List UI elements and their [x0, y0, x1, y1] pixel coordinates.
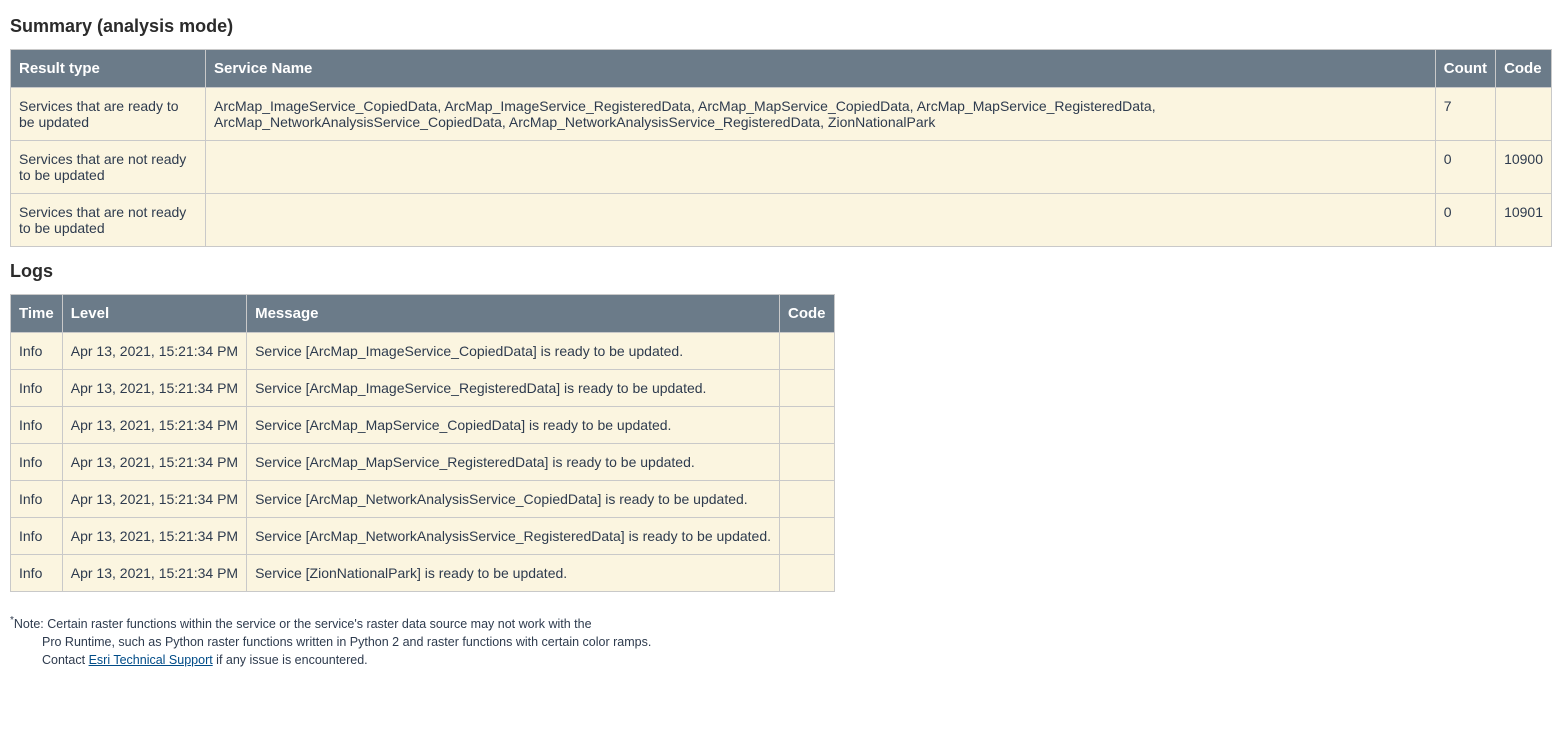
logs-row: InfoApr 13, 2021, 15:21:34 PMService [Ar… [11, 518, 835, 555]
logs-row: InfoApr 13, 2021, 15:21:34 PMService [Ar… [11, 333, 835, 370]
summary-cell-code: 10900 [1496, 141, 1552, 194]
logs-cell-code [780, 444, 835, 481]
logs-cell-level: Apr 13, 2021, 15:21:34 PM [62, 407, 246, 444]
logs-row: InfoApr 13, 2021, 15:21:34 PMService [Zi… [11, 555, 835, 592]
summary-cell-service-name [206, 194, 1436, 247]
summary-row: Services that are ready to be updated Ar… [11, 88, 1552, 141]
logs-col-level: Level [62, 295, 246, 333]
logs-row: InfoApr 13, 2021, 15:21:34 PMService [Ar… [11, 481, 835, 518]
logs-cell-level: Apr 13, 2021, 15:21:34 PM [62, 333, 246, 370]
footnote-line1: Note: Certain raster functions within th… [14, 617, 592, 631]
logs-cell-level: Apr 13, 2021, 15:21:34 PM [62, 370, 246, 407]
logs-cell-time: Info [11, 333, 63, 370]
summary-cell-count: 0 [1435, 141, 1495, 194]
logs-cell-code [780, 518, 835, 555]
logs-cell-message: Service [ArcMap_NetworkAnalysisService_C… [247, 481, 780, 518]
logs-cell-time: Info [11, 518, 63, 555]
summary-col-result-type: Result type [11, 50, 206, 88]
summary-cell-service-name [206, 141, 1436, 194]
logs-col-code: Code [780, 295, 835, 333]
summary-col-service-name: Service Name [206, 50, 1436, 88]
summary-cell-count: 0 [1435, 194, 1495, 247]
logs-cell-message: Service [ZionNationalPark] is ready to b… [247, 555, 780, 592]
summary-cell-result-type: Services that are not ready to be update… [11, 141, 206, 194]
summary-row: Services that are not ready to be update… [11, 141, 1552, 194]
summary-cell-code: 10901 [1496, 194, 1552, 247]
logs-heading: Logs [10, 261, 1552, 282]
logs-cell-time: Info [11, 481, 63, 518]
logs-cell-code [780, 555, 835, 592]
logs-table: Time Level Message Code InfoApr 13, 2021… [10, 294, 835, 592]
logs-row: InfoApr 13, 2021, 15:21:34 PMService [Ar… [11, 444, 835, 481]
logs-cell-time: Info [11, 444, 63, 481]
logs-row: InfoApr 13, 2021, 15:21:34 PMService [Ar… [11, 370, 835, 407]
summary-table: Result type Service Name Count Code Serv… [10, 49, 1552, 247]
footnote-line3b: if any issue is encountered. [213, 653, 368, 667]
logs-cell-level: Apr 13, 2021, 15:21:34 PM [62, 444, 246, 481]
footnote: *Note: Certain raster functions within t… [10, 614, 1552, 670]
logs-cell-level: Apr 13, 2021, 15:21:34 PM [62, 518, 246, 555]
footnote-line2: Pro Runtime, such as Python raster funct… [42, 633, 1552, 651]
logs-cell-code [780, 333, 835, 370]
logs-cell-message: Service [ArcMap_NetworkAnalysisService_R… [247, 518, 780, 555]
logs-col-time: Time [11, 295, 63, 333]
logs-cell-code [780, 407, 835, 444]
logs-row: InfoApr 13, 2021, 15:21:34 PMService [Ar… [11, 407, 835, 444]
logs-col-message: Message [247, 295, 780, 333]
summary-cell-result-type: Services that are ready to be updated [11, 88, 206, 141]
footnote-line3a: Contact [42, 653, 89, 667]
logs-cell-time: Info [11, 407, 63, 444]
logs-cell-time: Info [11, 555, 63, 592]
summary-cell-code [1496, 88, 1552, 141]
logs-cell-code [780, 481, 835, 518]
summary-heading: Summary (analysis mode) [10, 16, 1552, 37]
logs-cell-message: Service [ArcMap_ImageService_RegisteredD… [247, 370, 780, 407]
logs-cell-message: Service [ArcMap_MapService_RegisteredDat… [247, 444, 780, 481]
logs-cell-time: Info [11, 370, 63, 407]
footnote-link[interactable]: Esri Technical Support [89, 653, 213, 667]
summary-cell-result-type: Services that are not ready to be update… [11, 194, 206, 247]
summary-cell-count: 7 [1435, 88, 1495, 141]
logs-cell-message: Service [ArcMap_ImageService_CopiedData]… [247, 333, 780, 370]
logs-cell-code [780, 370, 835, 407]
summary-col-code: Code [1496, 50, 1552, 88]
logs-cell-level: Apr 13, 2021, 15:21:34 PM [62, 481, 246, 518]
summary-cell-service-name: ArcMap_ImageService_CopiedData, ArcMap_I… [206, 88, 1436, 141]
summary-col-count: Count [1435, 50, 1495, 88]
logs-cell-level: Apr 13, 2021, 15:21:34 PM [62, 555, 246, 592]
logs-cell-message: Service [ArcMap_MapService_CopiedData] i… [247, 407, 780, 444]
summary-row: Services that are not ready to be update… [11, 194, 1552, 247]
